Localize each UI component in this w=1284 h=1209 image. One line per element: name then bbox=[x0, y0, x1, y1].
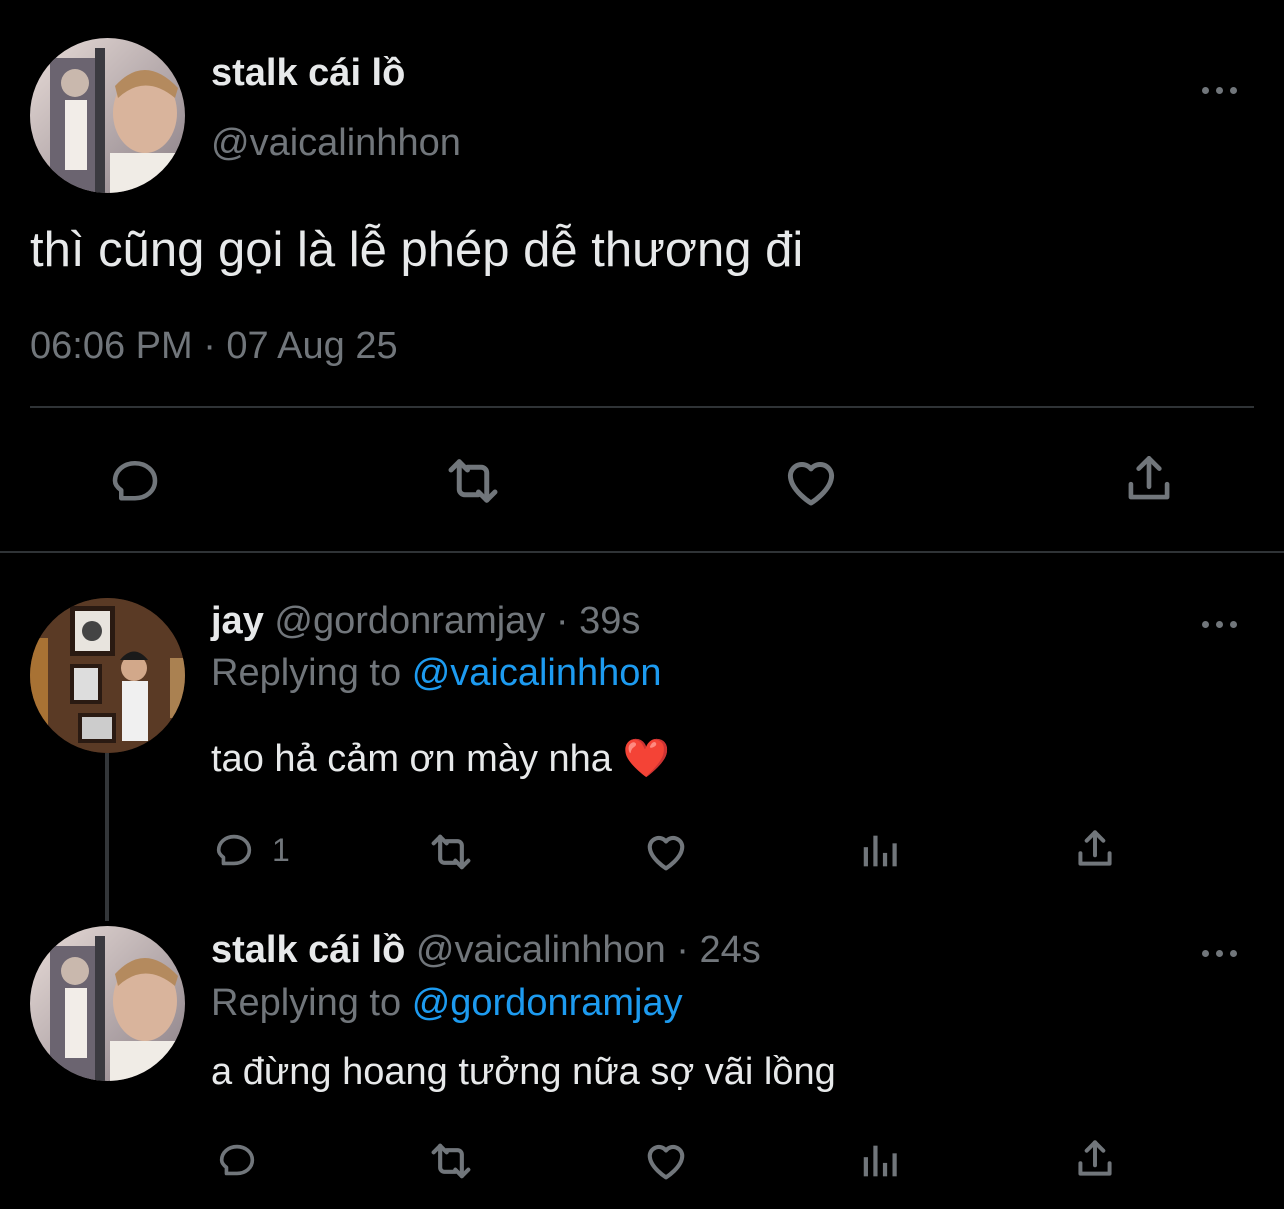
tweet-timestamp: 06:06 PM · 07 Aug 25 bbox=[30, 325, 398, 367]
author-handle[interactable]: @vaicalinhhon bbox=[211, 122, 461, 165]
retweet-icon[interactable] bbox=[425, 1135, 477, 1187]
author-display-name[interactable]: stalk cái lồ bbox=[211, 52, 405, 95]
reply-avatar[interactable] bbox=[30, 926, 185, 1081]
replying-to-link[interactable]: @gordonramjay bbox=[412, 982, 683, 1024]
reply-avatar[interactable] bbox=[30, 598, 185, 753]
more-icon[interactable] bbox=[1200, 943, 1240, 963]
retweet-icon[interactable] bbox=[425, 826, 477, 878]
like-icon[interactable] bbox=[778, 448, 844, 514]
reply-time[interactable]: · 24s bbox=[676, 929, 760, 971]
reply-text: a đừng hoang tưởng nữa sợ vãi lồng bbox=[211, 1051, 836, 1093]
like-icon[interactable] bbox=[640, 1134, 692, 1186]
author-avatar[interactable] bbox=[30, 38, 185, 193]
reply-header: jay @gordonramjay · 39s bbox=[211, 600, 640, 643]
retweet-icon[interactable] bbox=[440, 448, 506, 514]
analytics-icon[interactable] bbox=[858, 828, 904, 874]
replying-to-link[interactable]: @vaicalinhhon bbox=[412, 652, 662, 694]
reply-display-name[interactable]: stalk cái lồ bbox=[211, 929, 405, 971]
reply-text: tao hả cảm ơn mày nha ❤️ bbox=[211, 738, 670, 780]
analytics-icon[interactable] bbox=[858, 1138, 904, 1184]
replying-to-label: Replying to bbox=[211, 982, 402, 1024]
reply-icon[interactable] bbox=[211, 828, 257, 874]
reply-handle[interactable]: @gordonramjay bbox=[274, 600, 545, 642]
share-icon[interactable] bbox=[1070, 1134, 1120, 1184]
reply-icon[interactable] bbox=[214, 1138, 260, 1184]
divider bbox=[0, 551, 1284, 553]
share-icon[interactable] bbox=[1070, 824, 1120, 874]
reply-header: stalk cái lồ @vaicalinhhon · 24s bbox=[211, 929, 761, 972]
replying-to-label: Replying to bbox=[211, 652, 402, 694]
reply-handle[interactable]: @vaicalinhhon bbox=[416, 929, 666, 971]
reply-count: 1 bbox=[272, 832, 290, 868]
more-icon[interactable] bbox=[1200, 80, 1240, 100]
more-icon[interactable] bbox=[1200, 614, 1240, 634]
divider bbox=[30, 406, 1254, 408]
tweet-text: thì cũng gọi là lễ phép dễ thương đi bbox=[30, 223, 804, 277]
reply-display-name[interactable]: jay bbox=[211, 600, 264, 642]
share-icon[interactable] bbox=[1118, 448, 1180, 510]
reply-time[interactable]: · 39s bbox=[556, 600, 640, 642]
reply-icon[interactable] bbox=[105, 452, 165, 512]
like-icon[interactable] bbox=[640, 825, 692, 877]
replying-to-line: Replying to @vaicalinhhon bbox=[211, 652, 662, 695]
replying-to-line: Replying to @gordonramjay bbox=[211, 982, 683, 1025]
thread-connector bbox=[105, 753, 109, 921]
